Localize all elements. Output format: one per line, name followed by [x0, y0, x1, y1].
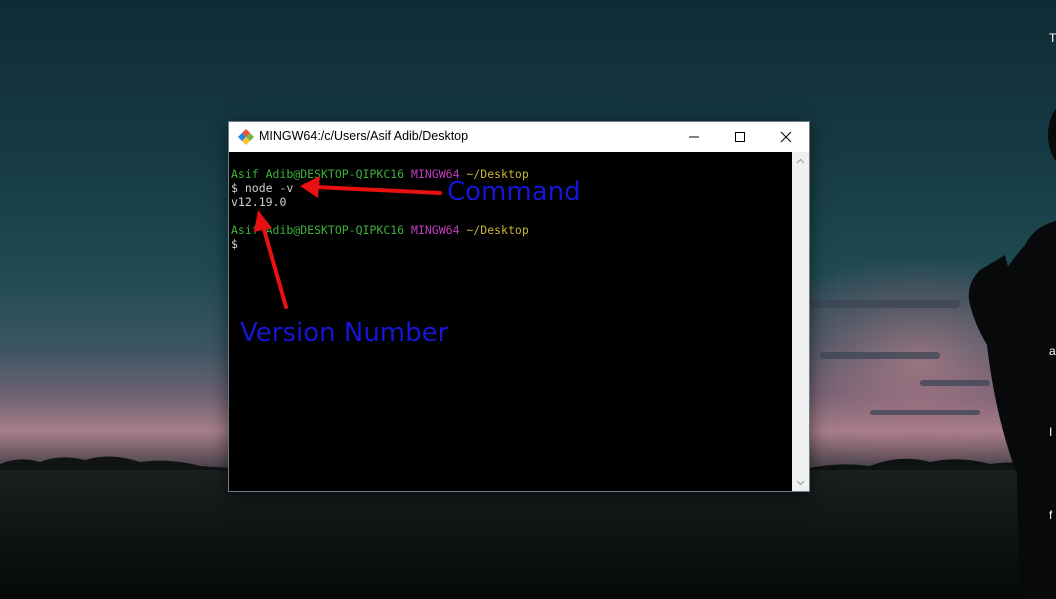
close-button[interactable]: [763, 122, 809, 152]
desktop-edge-text: a: [1049, 344, 1056, 358]
command-line: $ node -v: [231, 181, 294, 195]
prompt-user-host: Asif Adib@DESKTOP-QIPKC16: [231, 223, 405, 237]
desktop-edge-text: I: [1049, 425, 1053, 439]
prompt-line: Asif Adib@DESKTOP-QIPKC16 MINGW64 ~/Desk…: [231, 223, 529, 237]
desktop-edge-text: f: [1049, 508, 1053, 522]
minimize-icon: [689, 136, 699, 138]
maximize-icon: [735, 132, 745, 142]
scroll-down-button[interactable]: [792, 474, 809, 491]
chevron-up-icon: [796, 158, 805, 163]
close-icon: [780, 131, 792, 143]
window-title: MINGW64:/c/Users/Asif Adib/Desktop: [259, 129, 469, 143]
cloud: [820, 352, 940, 359]
command-output: v12.19.0: [231, 195, 287, 209]
command-annotation-label: Command: [447, 177, 581, 207]
cloud: [800, 300, 960, 308]
desktop-background: T a I f MINGW64:/c/Users/Asif Adib/Deskt…: [0, 0, 1056, 599]
cursor-line[interactable]: $: [231, 237, 238, 251]
prompt-user-host: Asif Adib@DESKTOP-QIPKC16: [231, 167, 405, 181]
scroll-up-button[interactable]: [792, 152, 809, 169]
prompt-shell: MINGW64: [411, 223, 460, 237]
chevron-down-icon: [796, 480, 805, 485]
minimize-button[interactable]: [671, 122, 717, 152]
title-bar[interactable]: MINGW64:/c/Users/Asif Adib/Desktop: [229, 122, 809, 152]
git-diamond-icon: [238, 129, 254, 145]
person-silhouette: [968, 108, 1056, 599]
version-annotation-label: Version Number: [240, 318, 449, 348]
cloud: [870, 410, 980, 415]
maximize-button[interactable]: [717, 122, 763, 152]
vertical-scrollbar[interactable]: [792, 152, 809, 491]
prompt-path: ~/Desktop: [466, 223, 529, 237]
desktop-edge-text: T: [1049, 31, 1056, 45]
